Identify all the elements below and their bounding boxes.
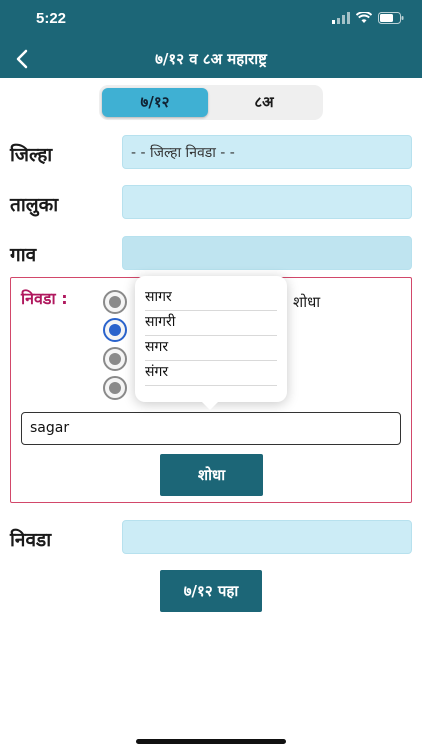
radio-option-1[interactable] bbox=[103, 290, 127, 314]
radio-option-4[interactable] bbox=[103, 376, 127, 400]
radio-option-text: शोधा bbox=[293, 293, 321, 311]
page-title: ७/१२ व ८अ महाराष्ट्र bbox=[155, 50, 267, 68]
taluka-select[interactable] bbox=[122, 185, 412, 219]
popover-item-2[interactable]: सागरी bbox=[145, 311, 277, 336]
segment-8a[interactable]: ८अ bbox=[211, 88, 317, 117]
district-placeholder: - - जिल्हा निवडा - - bbox=[131, 145, 235, 161]
status-bar: 5:22 bbox=[0, 0, 422, 40]
village-select[interactable] bbox=[122, 236, 412, 270]
segment-712[interactable]: ७/१२ bbox=[102, 88, 208, 117]
district-label: जिल्हा bbox=[10, 144, 53, 166]
view-712-button[interactable]: ७/१२ पहा bbox=[160, 570, 262, 612]
popover-item-3[interactable]: सगर bbox=[145, 336, 277, 361]
suggestion-popover: सागर सागरी सगर संगर bbox=[135, 276, 287, 410]
status-icons bbox=[332, 12, 404, 24]
radio-option-2[interactable] bbox=[103, 318, 127, 342]
segmented-control: ७/१२ ८अ bbox=[99, 85, 323, 120]
village-label: गाव bbox=[10, 244, 37, 266]
search-input[interactable]: sagar bbox=[21, 412, 401, 445]
search-button[interactable]: शोधा bbox=[160, 454, 263, 496]
select-label: निवडा bbox=[10, 529, 52, 551]
district-select[interactable]: - - जिल्हा निवडा - - bbox=[122, 135, 412, 169]
nav-bar: ७/१२ व ८अ महाराष्ट्र bbox=[0, 40, 422, 78]
battery-icon bbox=[378, 12, 404, 24]
status-time: 5:22 bbox=[36, 10, 67, 27]
taluka-label: तालुका bbox=[10, 194, 59, 216]
popover-item-4[interactable]: संगर bbox=[145, 361, 277, 386]
wifi-icon bbox=[356, 12, 372, 23]
result-select[interactable] bbox=[122, 520, 412, 554]
panel-label: निवडा : bbox=[21, 289, 68, 308]
signal-icon bbox=[332, 12, 350, 24]
home-indicator bbox=[136, 739, 286, 744]
popover-item-1[interactable]: सागर bbox=[145, 286, 277, 311]
radio-option-3[interactable] bbox=[103, 347, 127, 371]
